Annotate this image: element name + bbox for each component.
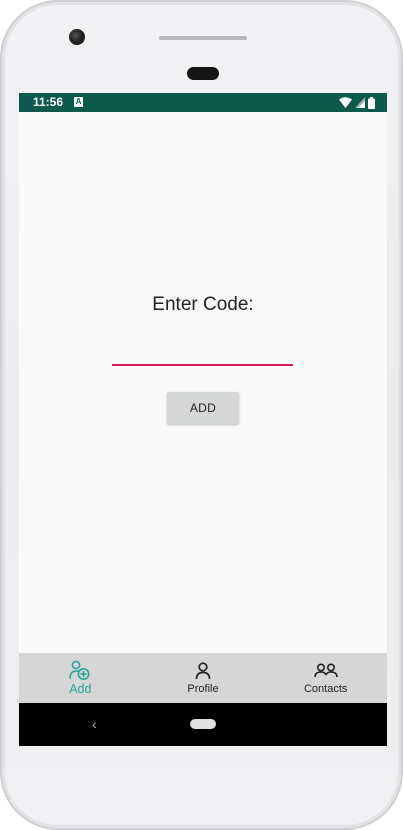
nav-label-contacts: Contacts <box>303 683 348 695</box>
phone-frame: 11:56 A Enter Code: ADD Add Profile Cont… <box>0 0 403 830</box>
nav-item-profile[interactable]: Profile <box>142 653 265 703</box>
nav-item-add[interactable]: Add <box>19 653 142 703</box>
earpiece-speaker <box>159 36 247 40</box>
app-screen: 11:56 A Enter Code: ADD Add Profile Cont… <box>19 93 387 746</box>
signal-icon <box>355 97 365 108</box>
home-icon[interactable] <box>190 719 216 729</box>
status-time: 11:56 <box>33 95 64 109</box>
proximity-sensor <box>187 67 219 80</box>
add-button[interactable]: ADD <box>167 392 239 424</box>
code-input[interactable] <box>112 344 293 366</box>
wifi-icon <box>339 97 352 108</box>
status-icons <box>339 96 375 109</box>
notification-badge: A <box>74 97 83 107</box>
bottom-navigation: Add Profile Contacts <box>19 653 387 703</box>
group-icon <box>313 660 338 681</box>
add-user-icon <box>69 660 91 681</box>
status-bar: 11:56 A <box>19 93 387 112</box>
back-icon[interactable]: ‹ <box>92 717 97 731</box>
front-camera <box>69 29 85 45</box>
system-navigation-bar: ‹ <box>19 703 387 746</box>
enter-code-label: Enter Code: <box>152 294 254 315</box>
battery-icon <box>368 96 375 109</box>
nav-label-add: Add <box>69 682 92 696</box>
nav-label-profile: Profile <box>187 683 219 695</box>
person-icon <box>195 660 211 681</box>
nav-item-contacts[interactable]: Contacts <box>264 653 387 703</box>
content-area: Enter Code: ADD <box>19 112 387 653</box>
